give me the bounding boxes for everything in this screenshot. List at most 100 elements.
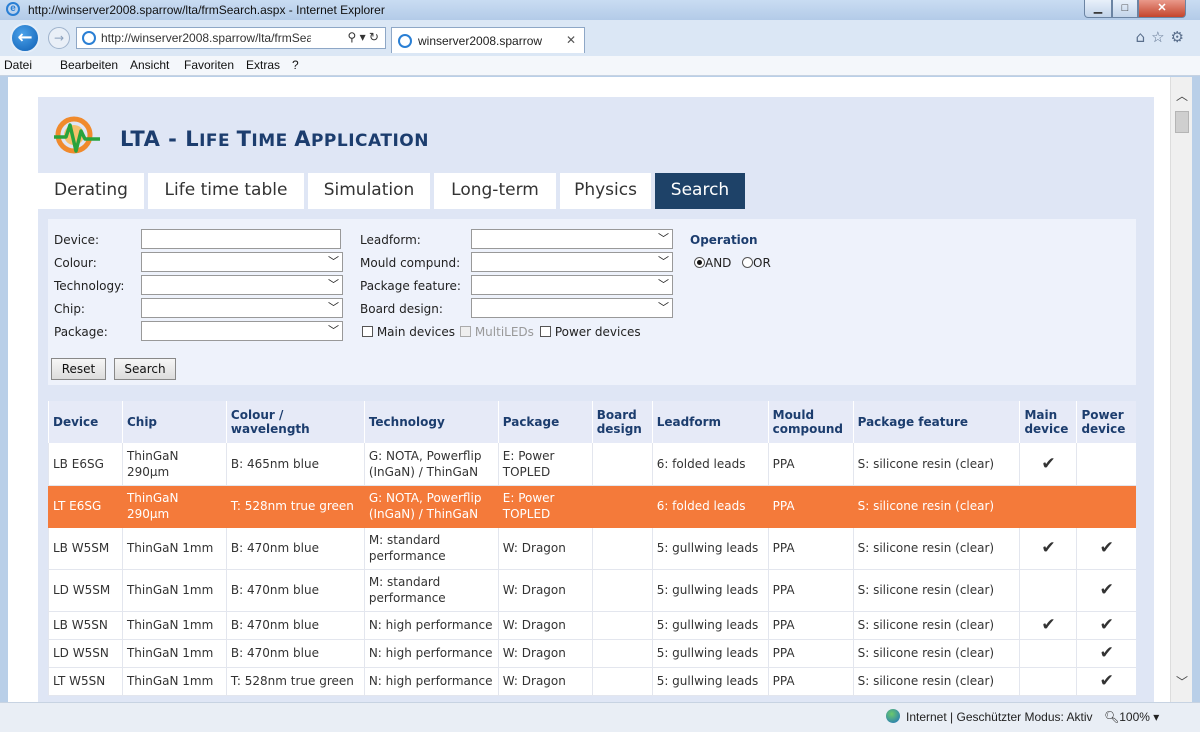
search-refresh-icon[interactable]: ⚲ ▾ ↻ [347, 30, 379, 44]
cell-leadform: 5: gullwing leads [651, 527, 769, 570]
operation-label: Operation [690, 233, 758, 247]
col-device[interactable]: Device [48, 401, 123, 443]
cell-device: LD W5SM [48, 569, 123, 612]
scroll-down-icon[interactable]: ﹀ [1176, 673, 1188, 690]
menu-ansicht[interactable]: Ansicht [130, 58, 169, 72]
chevron-down-icon: ﹀ [658, 255, 669, 268]
zoom-value[interactable]: 100% [1119, 710, 1150, 724]
col-package-feature[interactable]: Package feature [852, 401, 1020, 443]
search-button[interactable]: Search [114, 358, 176, 380]
menu-extras[interactable]: Extras [246, 58, 280, 72]
and-radio[interactable] [694, 257, 705, 268]
back-button[interactable]: ← [10, 23, 40, 53]
menu-help[interactable]: ? [292, 58, 299, 72]
cell-main-device [1019, 639, 1077, 668]
browser-tab-label[interactable]: winserver2008.sparrow [418, 34, 542, 48]
col-technology[interactable]: Technology [363, 401, 499, 443]
scroll-thumb[interactable] [1175, 111, 1189, 133]
or-option[interactable]: OR [742, 256, 771, 270]
table-row[interactable]: LD W5SN ThinGaN 1mm B: 470nm blue N: high p… [48, 639, 1136, 668]
col-power-device[interactable]: Power device [1076, 401, 1136, 443]
col-mould[interactable]: Mould compound [767, 401, 854, 443]
cell-technology: N: high performance [363, 639, 499, 668]
table-row[interactable]: LD W5SM ThinGaN 1mm B: 470nm blue M: standa… [48, 569, 1136, 612]
cell-chip: ThinGaN 1mm [121, 639, 227, 668]
tab-simulation[interactable]: Simulation [308, 173, 430, 209]
browser-tab[interactable]: winserver2008.sparrow ✕ [391, 27, 585, 53]
title-pplication: PPLICATION [310, 131, 429, 151]
technology-select[interactable]: ﹀ [141, 275, 343, 295]
cell-power-device [1076, 485, 1136, 528]
minimize-button[interactable]: ▁ [1084, 0, 1112, 18]
cell-colour: T: 528nm true green [225, 667, 365, 696]
mould-label: Mould compund: [360, 256, 461, 270]
zoom-level[interactable]: 🔍︎100% ▾ [1104, 710, 1159, 724]
leadform-select[interactable]: ﹀ [471, 229, 673, 249]
table-row[interactable]: LB W5SM ThinGaN 1mm B: 470nm blue M: standa… [48, 527, 1136, 570]
package-select[interactable]: ﹀ [141, 321, 343, 341]
menu-bearbeiten[interactable]: Bearbeiten [60, 58, 118, 72]
package-feature-select[interactable]: ﹀ [471, 275, 673, 295]
tab-close-icon[interactable]: ✕ [566, 33, 576, 47]
scroll-up-icon[interactable]: ︿ [1176, 87, 1188, 104]
cell-board [591, 611, 653, 640]
col-chip[interactable]: Chip [121, 401, 227, 443]
table-row[interactable]: LT E6SG ThinGaN 290µm T: 528nm true green G… [48, 485, 1136, 528]
menu-bar: Datei Bearbeiten Ansicht Favoriten Extra… [0, 56, 1200, 76]
leadform-label: Leadform: [360, 233, 421, 247]
tab-physics[interactable]: Physics [560, 173, 651, 209]
chip-select[interactable]: ﹀ [141, 298, 343, 318]
package-label: Package: [54, 325, 108, 339]
power-devices-checkbox[interactable] [540, 326, 551, 337]
vertical-scrollbar[interactable]: ︿ ﹀ [1170, 77, 1192, 702]
table-row[interactable]: LT W5SN ThinGaN 1mm T: 528nm true green N: … [48, 667, 1136, 696]
reset-button[interactable]: Reset [51, 358, 106, 380]
col-board-design[interactable]: Board design [591, 401, 653, 443]
or-radio[interactable] [742, 257, 753, 268]
power-devices-option[interactable]: Power devices [540, 325, 641, 339]
maximize-button[interactable]: □ [1112, 0, 1138, 18]
cell-feature: S: silicone resin (clear) [852, 527, 1020, 570]
cell-feature: S: silicone resin (clear) [852, 485, 1020, 528]
menu-datei[interactable]: Datei [4, 58, 32, 72]
chevron-down-icon: ﹀ [658, 301, 669, 314]
tab-life-time-table[interactable]: Life time table [148, 173, 304, 209]
col-colour[interactable]: Colour / wavelength [225, 401, 365, 443]
title-prefix: LTA - [120, 127, 186, 151]
col-leadform[interactable]: Leadform [651, 401, 769, 443]
table-header-row: Device Chip Colour / wavelength Technolo… [48, 401, 1136, 443]
col-package[interactable]: Package [497, 401, 593, 443]
and-option[interactable]: AND [694, 256, 731, 270]
tab-search[interactable]: Search [655, 173, 745, 209]
mould-select[interactable]: ﹀ [471, 252, 673, 272]
tab-derating[interactable]: Derating [38, 173, 144, 209]
window-title: http://winserver2008.sparrow/lta/frmSear… [28, 3, 385, 17]
settings-gear-icon[interactable]: ⚙ [1171, 28, 1190, 46]
col-main-device[interactable]: Main device [1019, 401, 1077, 443]
home-icon[interactable]: ⌂ [1136, 28, 1152, 46]
lta-logo-icon [54, 116, 100, 154]
device-input[interactable] [141, 229, 341, 249]
device-label: Device: [54, 233, 100, 247]
cell-device: LB W5SM [48, 527, 123, 570]
cell-technology: M: standard performance [363, 569, 499, 612]
favorites-star-icon[interactable]: ☆ [1151, 28, 1170, 46]
toolbar-icons[interactable]: ⌂☆⚙ [1136, 28, 1190, 46]
cell-package: W: Dragon [497, 667, 593, 696]
tab-long-term[interactable]: Long-term [434, 173, 556, 209]
cell-chip: ThinGaN 1mm [121, 611, 227, 640]
cell-board [591, 443, 653, 486]
cell-leadform: 5: gullwing leads [651, 639, 769, 668]
colour-select[interactable]: ﹀ [141, 252, 343, 272]
address-url[interactable]: http://winserver2008.sparrow/lta/frmSear… [101, 31, 311, 45]
close-window-button[interactable]: ✕ [1138, 0, 1186, 18]
menu-favoriten[interactable]: Favoriten [184, 58, 234, 72]
main-devices-checkbox[interactable] [362, 326, 373, 337]
cell-leadform: 6: folded leads [651, 443, 769, 486]
board-design-select[interactable]: ﹀ [471, 298, 673, 318]
main-devices-option[interactable]: Main devices [362, 325, 455, 339]
table-row[interactable]: LB W5SN ThinGaN 1mm B: 470nm blue N: high p… [48, 611, 1136, 640]
address-bar[interactable]: http://winserver2008.sparrow/lta/frmSear… [76, 27, 386, 49]
forward-button[interactable]: → [48, 27, 70, 49]
table-row[interactable]: LB E6SG ThinGaN 290µm B: 465nm blue G: NOTA… [48, 443, 1136, 486]
